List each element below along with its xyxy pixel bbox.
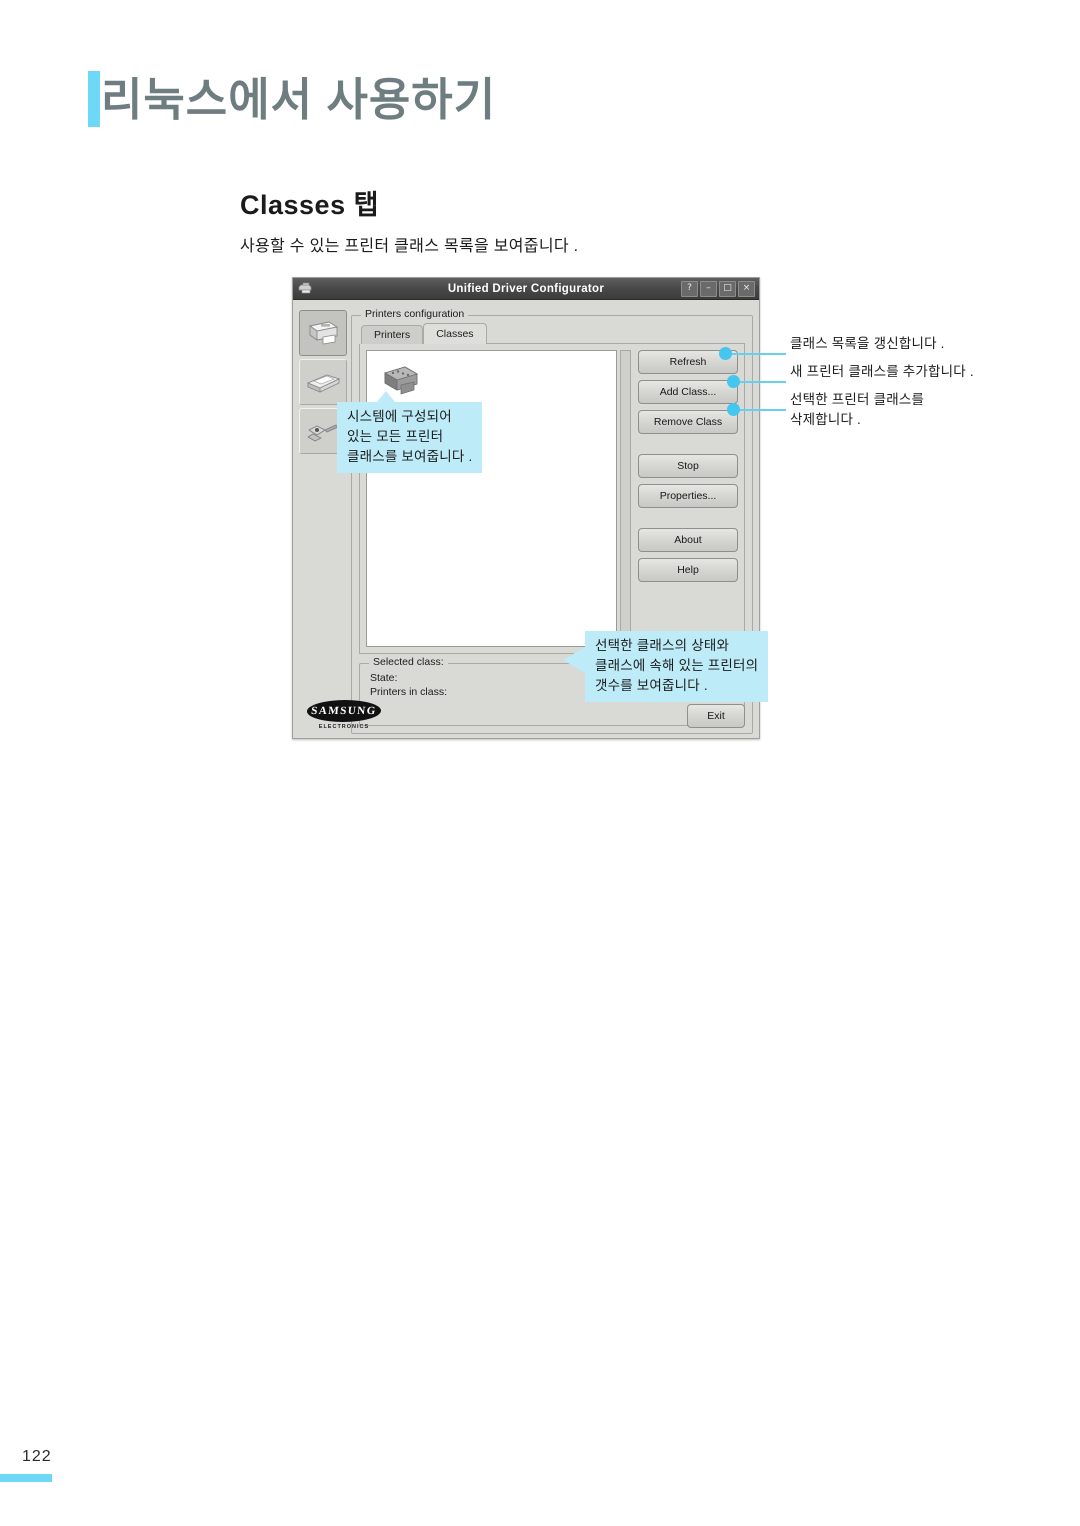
group-title: Printers configuration bbox=[361, 308, 469, 320]
vertical-scrollbar[interactable] bbox=[620, 350, 631, 647]
annotation-add-class: 새 프린터 클래스를 추가합니다 . bbox=[790, 364, 974, 379]
printer-icon bbox=[297, 281, 315, 297]
header-accent-bar bbox=[88, 71, 100, 127]
exit-button[interactable]: Exit bbox=[687, 704, 745, 728]
action-button-column: Refresh Add Class... Remove Class Stop P… bbox=[631, 350, 738, 647]
window-titlebar: Unified Driver Configurator ? – □ × bbox=[293, 278, 759, 300]
samsung-electronics-label: ELECTRONICS bbox=[318, 724, 370, 730]
selected-class-title: Selected class: bbox=[369, 656, 448, 668]
configuration-rail bbox=[299, 306, 347, 734]
maximize-button[interactable]: □ bbox=[719, 280, 736, 297]
help-dialog-button[interactable]: Help bbox=[638, 558, 738, 582]
page-number: 122 bbox=[22, 1448, 52, 1465]
section-description: 사용할 수 있는 프린터 클래스 목록을 보여줍니다 . bbox=[240, 238, 579, 255]
page-footer-accent-bar bbox=[0, 1474, 52, 1482]
classes-tab-panel: Refresh Add Class... Remove Class Stop P… bbox=[359, 344, 745, 654]
annotation-dot-add-class bbox=[727, 375, 740, 388]
class-list[interactable] bbox=[366, 350, 617, 647]
annotation-dot-refresh bbox=[719, 347, 732, 360]
scanners-configuration-icon[interactable] bbox=[299, 359, 347, 405]
printers-configuration-icon[interactable] bbox=[299, 310, 347, 356]
window-controls: ? – □ × bbox=[681, 280, 759, 297]
tab-classes[interactable]: Classes bbox=[423, 323, 487, 344]
help-button[interactable]: ? bbox=[681, 280, 698, 297]
annotation-refresh: 클래스 목록을 갱신합니다 . bbox=[790, 336, 945, 351]
callout-class-list: 시스템에 구성되어 있는 모든 프린터 클래스를 보여줍니다 . bbox=[337, 391, 483, 473]
about-button[interactable]: About bbox=[638, 528, 738, 552]
annotation-dot-remove-class bbox=[727, 403, 740, 416]
tab-filler bbox=[486, 342, 745, 344]
section-heading: Classes 탭 bbox=[240, 190, 379, 220]
minimize-button[interactable]: – bbox=[700, 280, 717, 297]
stop-button[interactable]: Stop bbox=[638, 454, 738, 478]
annotation-line-refresh bbox=[726, 353, 786, 355]
annotation-line-remove-class bbox=[734, 409, 786, 411]
chapter-title: 리눅스에서 사용하기 bbox=[101, 73, 497, 125]
samsung-logo: SAMSUNG ELECTRONICS bbox=[305, 700, 383, 730]
button-spacer bbox=[638, 440, 738, 454]
remove-class-button[interactable]: Remove Class bbox=[638, 410, 738, 434]
annotation-line-add-class bbox=[734, 381, 786, 383]
tab-bar: Printers Classes bbox=[361, 323, 745, 344]
add-class-button[interactable]: Add Class... bbox=[638, 380, 738, 404]
callout-selected-class: 선택한 클래스의 상태와 클래스에 속해 있는 프린터의 갯수를 보여줍니다 . bbox=[562, 631, 769, 702]
samsung-wordmark: SAMSUNG bbox=[305, 700, 383, 722]
close-button[interactable]: × bbox=[738, 280, 755, 297]
annotation-remove-class: 선택한 프린터 클래스를 삭제합니다 . bbox=[790, 392, 925, 427]
properties-button[interactable]: Properties... bbox=[638, 484, 738, 508]
page-header: 리눅스에서 사용하기 bbox=[88, 68, 496, 130]
tab-printers[interactable]: Printers bbox=[361, 325, 424, 344]
button-spacer-2 bbox=[638, 514, 738, 528]
